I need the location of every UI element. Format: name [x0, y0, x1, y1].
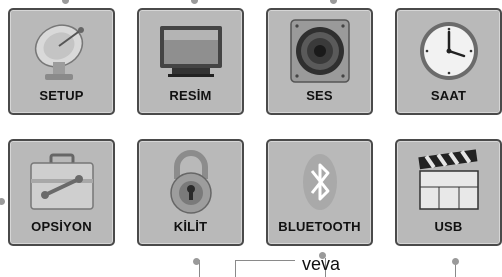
callout-line	[235, 260, 295, 261]
menu-tile-label: KİLİT	[173, 219, 208, 234]
menu-tile-label: USB	[434, 219, 463, 234]
veva-annotation: veva	[302, 254, 341, 274]
menu-tile-label: SES	[306, 88, 333, 103]
satellite-dish-icon	[10, 18, 113, 84]
clock-icon	[397, 18, 500, 84]
menu-tile-setup[interactable]: SETUP	[8, 8, 115, 115]
menu-tile-label: SAAT	[430, 88, 467, 103]
menu-tile-bluetooth[interactable]: BLUETOOTH	[266, 139, 373, 246]
menu-tile-label: OPSİYON	[31, 219, 92, 234]
tv-monitor-icon	[139, 18, 242, 84]
callout-dot	[193, 258, 200, 265]
menu-tile-usb[interactable]: USB	[395, 139, 502, 246]
speaker-icon	[268, 18, 371, 84]
callout-line	[235, 260, 236, 277]
menu-tile-label: SETUP	[39, 88, 84, 103]
toolbox-icon	[10, 149, 113, 215]
clapperboard-icon	[397, 149, 500, 215]
menu-tile-kilit[interactable]: KİLİT	[137, 139, 244, 246]
callout-dot	[0, 198, 5, 205]
callout-dot	[330, 0, 337, 4]
menu-tile-label: BLUETOOTH	[278, 219, 361, 234]
bluetooth-icon	[268, 149, 371, 215]
menu-tile-saat[interactable]: SAAT	[395, 8, 502, 115]
menu-tile-resim[interactable]: RESİM	[137, 8, 244, 115]
menu-tile-opsiyon[interactable]: OPSİYON	[8, 139, 115, 246]
callout-dot	[191, 0, 198, 4]
menu-tile-label: RESİM	[169, 88, 212, 103]
callout-dot	[62, 0, 69, 4]
menu-tile-ses[interactable]: SES	[266, 8, 373, 115]
padlock-icon	[139, 149, 242, 215]
callout-dot	[452, 258, 459, 265]
